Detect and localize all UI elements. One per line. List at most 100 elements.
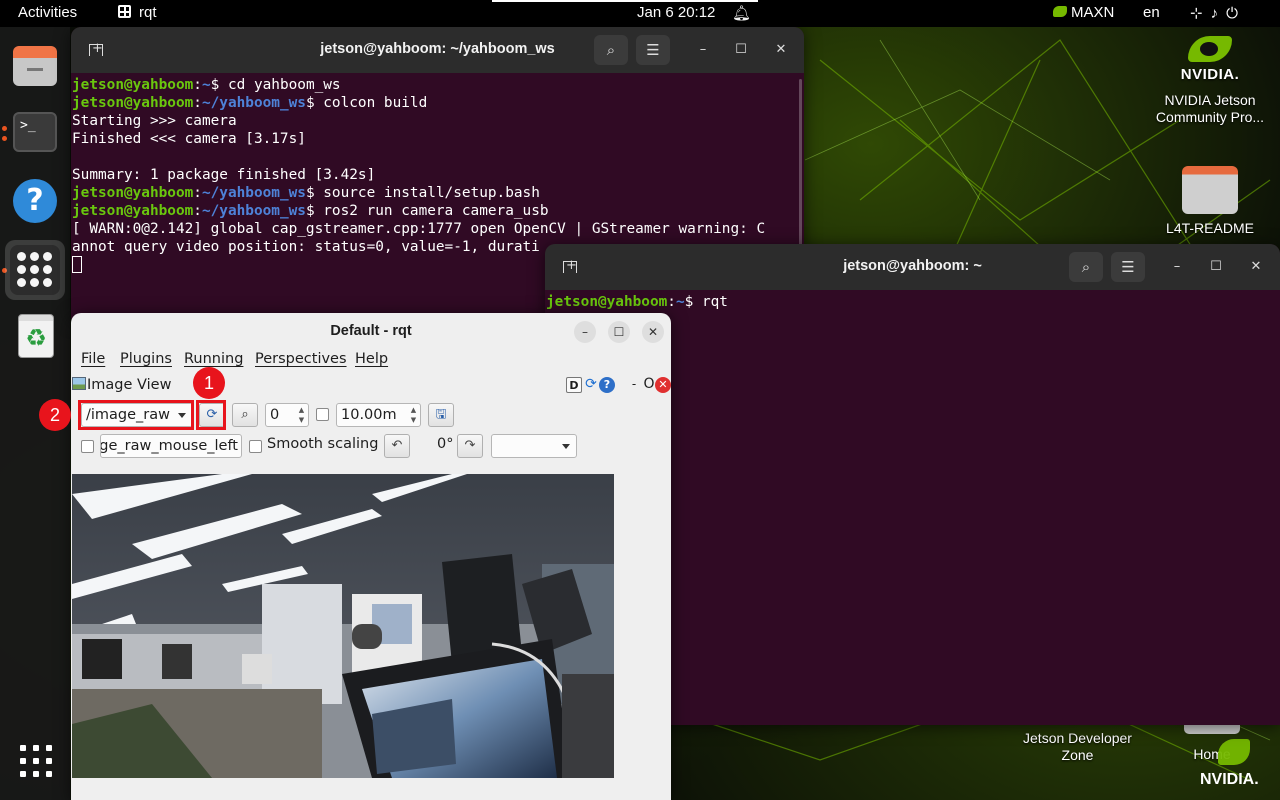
- rate-spinbox[interactable]: 10.00m ▲ ▼: [336, 403, 421, 427]
- terminal-line: jetson@yahboom:~$ cd yahboom_ws: [72, 77, 341, 93]
- smoothing-spinbox[interactable]: 0 ▲ ▼: [265, 403, 309, 427]
- dock-toggle-button[interactable]: D: [566, 377, 582, 393]
- terminal-output[interactable]: jetson@yahboom:~$ rqt: [546, 293, 728, 311]
- terminal-line: Finished <<< camera [3.17s]: [72, 131, 306, 147]
- spin-arrows-icon[interactable]: ▲ ▼: [408, 405, 419, 425]
- rotate-left-icon[interactable]: ↶: [384, 434, 410, 458]
- rotate-right-icon[interactable]: ↷: [457, 434, 483, 458]
- maximize-icon[interactable]: ☐: [1204, 255, 1228, 279]
- annotation-badge-2: 2: [39, 399, 71, 431]
- highlight-refresh-button: [196, 400, 226, 430]
- close-plugin-icon[interactable]: ✕: [655, 377, 671, 393]
- terminal-icon: >_: [13, 112, 57, 152]
- apps-icon: [10, 245, 60, 295]
- nvidia-wordmark: NVIDIA.: [1180, 66, 1240, 83]
- dock-terminal[interactable]: >_: [5, 102, 65, 162]
- zoom-fit-icon[interactable]: ⌕: [232, 403, 258, 427]
- app-menu-label: rqt: [139, 4, 157, 21]
- minimize-plugin-button[interactable]: -: [626, 377, 642, 393]
- minimize-icon[interactable]: –: [574, 321, 596, 343]
- show-applications-button[interactable]: [20, 745, 52, 777]
- image-view-icon: [72, 377, 86, 390]
- camera-image-view[interactable]: [72, 474, 614, 778]
- help-icon[interactable]: ?: [599, 377, 615, 393]
- minimize-icon[interactable]: –: [1165, 255, 1189, 279]
- power-mode-indicator[interactable]: MAXN: [1053, 4, 1114, 21]
- power-icon: ⏻: [1226, 5, 1246, 22]
- desktop-icon-label: L4T-README: [1166, 220, 1254, 236]
- terminal-line: Summary: 1 package finished [3.42s]: [72, 167, 376, 183]
- rqt-window[interactable]: Default - rqt – ☐ ✕ File Plugins Running…: [71, 313, 671, 800]
- desktop-icon-label: NVIDIA Jetson Community Pro...: [1155, 92, 1265, 125]
- terminal-line: [ WARN:0@2.142] global cap_gstreamer.cpp…: [72, 221, 766, 237]
- rate-checkbox[interactable]: [316, 408, 329, 421]
- terminal-cursor: [72, 256, 82, 273]
- menu-plugins[interactable]: Plugins: [120, 351, 172, 367]
- system-tray[interactable]: ⊹♪⏻: [1190, 4, 1246, 22]
- dock-trash[interactable]: ♻: [5, 308, 65, 368]
- menu-perspectives[interactable]: Perspectives: [255, 351, 347, 367]
- minimize-icon[interactable]: –: [691, 38, 715, 62]
- clock[interactable]: Jan 6 20:12: [637, 4, 715, 21]
- folder-icon: [1182, 166, 1238, 214]
- color-scheme-select[interactable]: [491, 434, 577, 458]
- desktop-icon-label: Jetson Developer Zone: [1023, 730, 1132, 763]
- language-indicator[interactable]: en: [1143, 4, 1160, 21]
- app-grid-icon: [118, 5, 131, 18]
- app-menu[interactable]: rqt: [118, 4, 157, 21]
- terminal-line: Starting >>> camera: [72, 113, 237, 129]
- search-icon[interactable]: ⌕: [594, 35, 628, 65]
- desktop-icon-l4t-readme[interactable]: L4T-README: [1150, 166, 1270, 237]
- dock-help[interactable]: ?: [5, 171, 65, 231]
- terminal-header: jetson@yahboom: ~/yahboom_ws ⌕ ☰ – ☐ ✕: [71, 27, 804, 73]
- rotation-value: 0°: [437, 436, 454, 452]
- terminal-line: jetson@yahboom:~/yahboom_ws$ ros2 run ca…: [72, 203, 549, 219]
- mouse-topic-value: /image_raw_mouse_left: [100, 438, 238, 454]
- maximize-icon[interactable]: ☐: [729, 38, 753, 62]
- save-image-icon[interactable]: 🖫︎: [428, 403, 454, 427]
- smooth-scaling-checkbox[interactable]: [249, 440, 262, 453]
- desktop-icon-jetson-community[interactable]: NVIDIA. NVIDIA Jetson Community Pro...: [1140, 36, 1280, 126]
- menu-bar: File Plugins Running Perspectives Help: [71, 351, 671, 373]
- help-icon: ?: [13, 179, 57, 223]
- nvidia-wordmark: NVIDIA.: [1200, 771, 1259, 788]
- highlight-topic-select: [78, 400, 194, 430]
- terminal-line: jetson@yahboom:~$ rqt: [546, 294, 728, 310]
- reload-icon[interactable]: ⟳: [583, 377, 599, 393]
- close-icon[interactable]: ✕: [642, 321, 664, 343]
- camera-frame-image: [72, 474, 614, 778]
- terminal-line: jetson@yahboom:~/yahboom_ws$ colcon buil…: [72, 95, 428, 111]
- terminal-header: jetson@yahboom: ~ ⌕ ☰ – ☐ ✕: [545, 244, 1280, 290]
- menu-help[interactable]: Help: [355, 351, 388, 367]
- screen-edge-highlight: [492, 0, 758, 2]
- terminal-line: annot query video position: status=0, va…: [72, 239, 540, 255]
- dock-rqt[interactable]: [5, 240, 65, 300]
- plugin-header: Image View D ⟳ ? - O ✕: [71, 376, 671, 396]
- menu-file[interactable]: File: [81, 351, 105, 367]
- maximize-icon[interactable]: ☐: [608, 321, 630, 343]
- desktop-icon-jetson-dev-zone[interactable]: Jetson Developer Zone: [1010, 730, 1145, 764]
- bell-icon[interactable]: 🔔︎: [732, 4, 751, 22]
- files-icon: [13, 46, 57, 86]
- top-bar: Activities rqt Jan 6 20:12 🔔︎ MAXN en ⊹♪…: [0, 0, 1280, 27]
- mouse-topic-input[interactable]: /image_raw_mouse_left: [100, 434, 242, 458]
- nvidia-logo-icon: NVIDIA.: [1180, 36, 1240, 84]
- power-mode-label: MAXN: [1071, 4, 1115, 21]
- activities-button[interactable]: Activities: [18, 4, 77, 21]
- close-icon[interactable]: ✕: [1244, 255, 1268, 279]
- hamburger-menu-icon[interactable]: ☰: [1111, 252, 1145, 282]
- spinbox-value: 0: [270, 407, 280, 423]
- dock-files[interactable]: [5, 36, 65, 96]
- menu-running[interactable]: Running: [184, 351, 243, 367]
- trash-icon: ♻: [18, 314, 54, 358]
- network-icon: ⊹: [1190, 5, 1211, 22]
- search-icon[interactable]: ⌕: [1069, 252, 1103, 282]
- close-icon[interactable]: ✕: [769, 38, 793, 62]
- volume-icon: ♪: [1210, 5, 1227, 22]
- mouse-publish-checkbox[interactable]: [81, 440, 94, 453]
- spin-arrows-icon[interactable]: ▲ ▼: [296, 405, 307, 425]
- hamburger-menu-icon[interactable]: ☰: [636, 35, 670, 65]
- annotation-badge-1: 1: [193, 367, 225, 399]
- plugin-title: Image View: [87, 377, 172, 393]
- terminal-line: jetson@yahboom:~/yahboom_ws$ source inst…: [72, 185, 540, 201]
